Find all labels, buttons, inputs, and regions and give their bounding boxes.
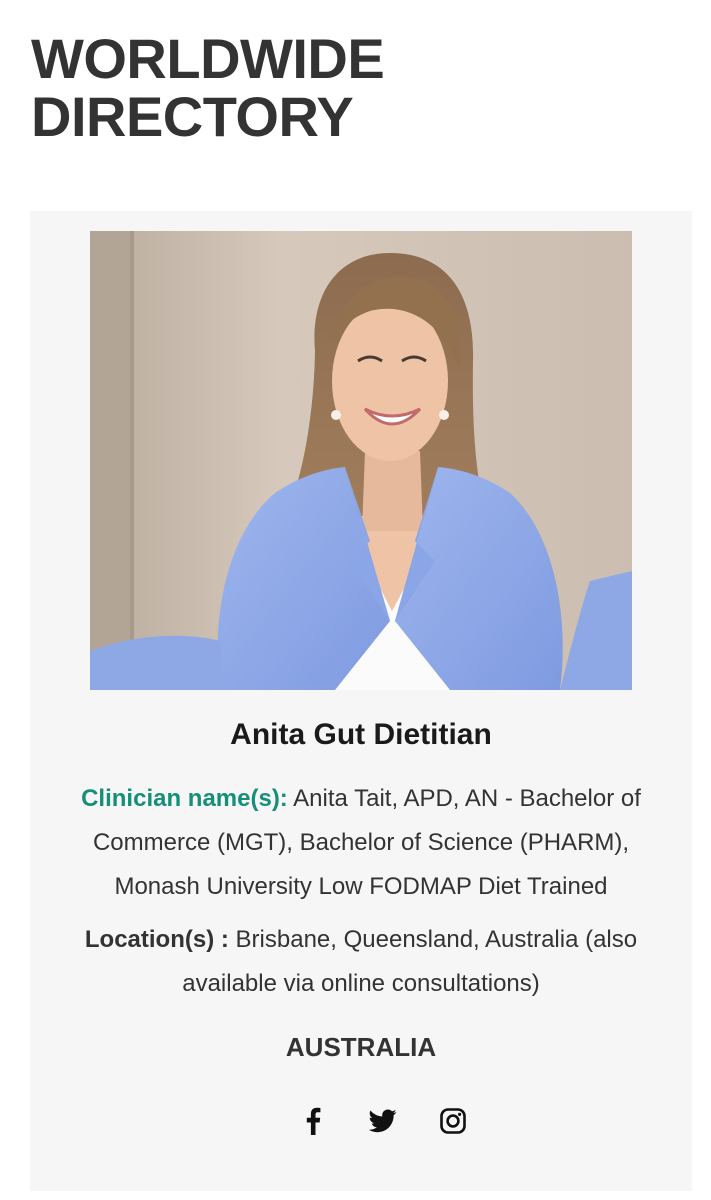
twitter-icon	[369, 1109, 397, 1133]
portrait-image	[90, 231, 632, 690]
instagram-link[interactable]	[433, 1101, 473, 1141]
twitter-link[interactable]	[363, 1101, 403, 1141]
location-info: Location(s) : Brisbane, Queensland, Aust…	[50, 918, 672, 1006]
clinician-label: Clinician name(s):	[81, 785, 288, 812]
location-label: Location(s) :	[84, 926, 229, 953]
country-label: AUSTRALIA	[285, 1032, 437, 1062]
clinician-info: Clinician name(s): Anita Tait, APD, AN -…	[60, 777, 662, 909]
page-title-line-2: DIRECTORY	[31, 85, 354, 148]
location-value: Brisbane, Queensland, Australia (also av…	[182, 926, 638, 997]
directory-listing-card: Anita Gut Dietitian Clinician name(s): A…	[30, 211, 692, 1191]
clinician-photo	[90, 231, 632, 690]
social-links	[273, 1101, 466, 1141]
facebook-link[interactable]	[293, 1101, 333, 1141]
page-title-line-1: WORLDWIDE	[31, 27, 385, 90]
instagram-icon	[440, 1108, 466, 1134]
page-title: WORLDWIDE DIRECTORY	[31, 27, 385, 148]
facebook-icon	[306, 1107, 321, 1135]
business-name: Anita Gut Dietitian	[230, 718, 492, 751]
